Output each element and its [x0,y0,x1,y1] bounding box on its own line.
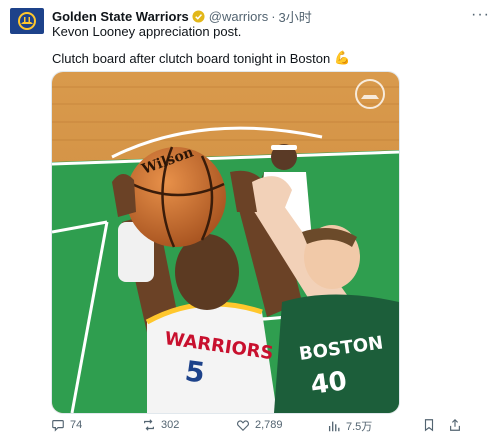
tweet-text-line-2: Clutch board after clutch board tonight … [52,50,350,66]
retweet-count: 302 [161,419,180,431]
tweet-header: Golden State Warriors @warriors · 3小时 [52,7,490,25]
like-count: 2,789 [255,419,283,431]
share-button[interactable] [448,418,462,432]
reply-button[interactable]: 74 [51,418,82,432]
verified-badge-icon [192,9,205,23]
reply-count: 74 [70,419,83,431]
retweet-button[interactable]: 302 [142,418,179,432]
views-button[interactable]: 7.5万 [327,418,372,434]
more-options-icon[interactable]: ··· [471,6,490,24]
views-count: 7.5万 [346,421,373,433]
account-handle[interactable]: @warriors [209,9,268,24]
jersey-back-number: 40 [309,366,349,401]
share-icon [450,418,460,431]
timestamp[interactable]: 3小时 [279,7,312,26]
action-bar: 74 302 2,789 7.5万 [0,418,500,436]
separator-dot: · [271,8,276,24]
tweet-text-line-1: Kevon Looney appreciation post. [52,24,242,39]
heart-icon [236,420,250,432]
retweet-icon [144,419,154,431]
bookmark-icon [424,419,434,432]
reply-icon [52,420,64,432]
tweet-text: Clutch board after clutch board tonight … [52,50,331,66]
basketball-photo: WARRIORS 5 BOSTON 40 Wilson [52,72,399,413]
like-button[interactable]: 2,789 [236,418,283,432]
flexed-biceps-emoji: 💪 [334,50,351,65]
warriors-logo-icon [18,12,36,30]
views-chart-icon [328,421,340,432]
account-name[interactable]: Golden State Warriors [52,9,189,24]
bookmark-button[interactable] [422,418,436,432]
avatar[interactable] [10,8,44,34]
tweet-media-image[interactable]: WARRIORS 5 BOSTON 40 Wilson [51,71,400,414]
